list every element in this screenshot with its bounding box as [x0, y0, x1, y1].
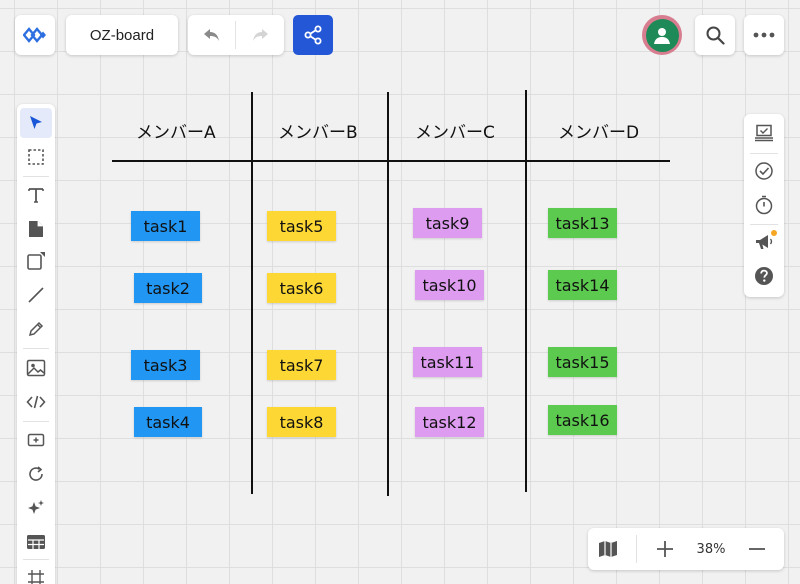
search-button[interactable]: [695, 15, 735, 55]
sticky-note-task8[interactable]: task8: [267, 407, 336, 437]
left-toolbar: [17, 104, 55, 584]
sticky-note-task1[interactable]: task1: [131, 211, 200, 241]
minus-icon: [749, 548, 765, 550]
loop-icon: [29, 466, 43, 481]
pen-icon: [28, 321, 44, 337]
column-header-member-b[interactable]: メンバーB: [278, 118, 358, 143]
table-tool[interactable]: [20, 527, 52, 557]
zoom-level[interactable]: 38%: [685, 542, 737, 557]
header-divider-line: [112, 160, 670, 162]
pen-tool[interactable]: [20, 314, 52, 344]
ai-tool[interactable]: [20, 493, 52, 523]
sticky-note-tool[interactable]: [20, 214, 52, 244]
check-circle-icon: [755, 162, 773, 180]
presentation-button[interactable]: [748, 119, 780, 147]
sticky-note-task11[interactable]: task11: [413, 347, 482, 377]
select-tool[interactable]: [20, 108, 52, 138]
redo-icon: [253, 29, 268, 41]
line-icon: [28, 287, 44, 303]
column-divider-1: [251, 92, 253, 494]
undo-button[interactable]: [188, 15, 236, 55]
sticky-note-icon: [29, 221, 43, 237]
help-button[interactable]: [748, 262, 780, 290]
board-title: OZ-board: [89, 26, 155, 44]
frame-select-tool[interactable]: [20, 142, 52, 172]
board-title-button[interactable]: OZ-board: [66, 15, 178, 55]
redo-button[interactable]: [236, 15, 284, 55]
presentation-icon: [755, 124, 773, 142]
text-tool[interactable]: [20, 180, 52, 210]
sticky-note-task7[interactable]: task7: [267, 350, 336, 380]
code-tool[interactable]: [20, 387, 52, 417]
help-icon: [755, 267, 773, 285]
undo-redo-divider: [235, 21, 236, 49]
zoom-in-button[interactable]: [645, 528, 685, 570]
user-avatar-icon: [654, 28, 670, 44]
search-icon: [706, 26, 725, 45]
select-arrow-icon: [30, 116, 42, 129]
frame-select-icon: [28, 149, 44, 165]
undo-icon: [204, 29, 219, 41]
column-header-member-a[interactable]: メンバーA: [136, 118, 216, 143]
app-logo-icon: [23, 27, 46, 43]
card-add-icon: [27, 433, 45, 447]
more-icon: [753, 32, 775, 38]
shape-icon: [27, 252, 45, 270]
right-toolbar: [744, 114, 784, 297]
sticky-note-task13[interactable]: task13: [548, 208, 617, 238]
column-divider-2: [387, 92, 389, 496]
sticky-note-task5[interactable]: task5: [267, 211, 336, 241]
plus-icon: [657, 541, 673, 557]
timer-button[interactable]: [748, 191, 780, 219]
ai-sparkle-icon: [28, 500, 44, 514]
line-tool[interactable]: [20, 280, 52, 310]
column-header-member-d[interactable]: メンバーD: [558, 118, 639, 143]
column-header-member-c[interactable]: メンバーC: [415, 118, 495, 143]
user-avatar[interactable]: [642, 15, 682, 55]
sticky-note-task14[interactable]: task14: [548, 270, 617, 300]
sticky-note-task9[interactable]: task9: [413, 208, 482, 238]
text-icon: [28, 188, 44, 203]
check-button[interactable]: [748, 157, 780, 185]
loop-tool[interactable]: [20, 459, 52, 489]
table-icon: [27, 535, 45, 549]
undo-redo-group: [188, 15, 284, 55]
shape-tool[interactable]: [20, 246, 52, 276]
sticky-note-task10[interactable]: task10: [415, 270, 484, 300]
zoom-out-button[interactable]: [737, 528, 777, 570]
notification-badge: [771, 230, 777, 236]
grid-frame-icon: [28, 570, 44, 584]
minimap-button[interactable]: [588, 528, 628, 570]
app-logo-button[interactable]: [15, 15, 55, 55]
zoom-bar: 38%: [588, 528, 784, 570]
sticky-note-task12[interactable]: task12: [415, 407, 484, 437]
megaphone-icon: [756, 235, 773, 249]
sticky-note-task3[interactable]: task3: [131, 350, 200, 380]
column-divider-3: [525, 90, 527, 492]
sticky-note-task4[interactable]: task4: [134, 407, 202, 437]
grid-frame-tool[interactable]: [20, 563, 52, 584]
card-add-tool[interactable]: [20, 425, 52, 455]
more-button[interactable]: [744, 15, 784, 55]
sticky-note-task6[interactable]: task6: [267, 273, 336, 303]
code-icon: [26, 395, 46, 409]
image-icon: [26, 359, 46, 377]
sticky-note-task16[interactable]: task16: [548, 405, 617, 435]
share-icon: [304, 25, 322, 45]
sticky-note-task15[interactable]: task15: [548, 347, 617, 377]
sticky-note-task2[interactable]: task2: [134, 273, 202, 303]
share-button[interactable]: [293, 15, 333, 55]
image-tool[interactable]: [20, 353, 52, 383]
map-icon: [599, 541, 617, 557]
timer-icon: [755, 195, 773, 215]
